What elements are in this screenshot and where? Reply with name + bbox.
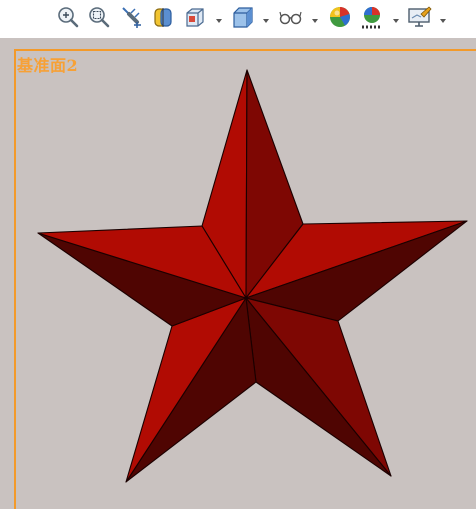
edit-appearance-button[interactable] [327,4,353,30]
display-style-button[interactable] [230,4,256,30]
apply-scene-dropdown-arrow[interactable] [392,13,400,23]
view-settings-dropdown-arrow[interactable] [439,13,447,23]
chevron-down-icon [216,8,222,27]
scene-icon [360,5,384,29]
chevron-down-icon [440,8,446,27]
glasses-icon [278,5,304,29]
star-model[interactable] [0,38,476,499]
view-orientation-dropdown-arrow[interactable] [215,13,223,23]
section-view-button[interactable] [150,4,176,30]
appearance-sphere-icon [328,5,352,29]
previous-view-button[interactable] [119,4,145,30]
view-orientation-button[interactable] [182,4,208,30]
display-style-icon [231,5,255,29]
display-style-dropdown-arrow[interactable] [262,13,270,23]
zoom-to-area-icon [87,5,111,29]
apply-scene-button[interactable] [359,4,385,30]
view-settings-button[interactable] [407,4,433,30]
zoom-to-area-button[interactable] [86,4,112,30]
hide-show-items-dropdown-arrow[interactable] [311,13,319,23]
chevron-down-icon [263,8,269,27]
zoom-to-fit-button[interactable] [55,4,81,30]
monitor-settings-icon [407,5,433,29]
chevron-down-icon [312,8,318,27]
view-toolbar [0,0,476,38]
zoom-to-fit-icon [56,5,80,29]
section-view-icon [151,5,175,29]
hide-show-items-button[interactable] [278,4,304,30]
graphics-viewport[interactable]: 基准面2 [0,38,476,509]
previous-view-icon [120,5,144,29]
chevron-down-icon [393,8,399,27]
view-orientation-icon [183,5,207,29]
